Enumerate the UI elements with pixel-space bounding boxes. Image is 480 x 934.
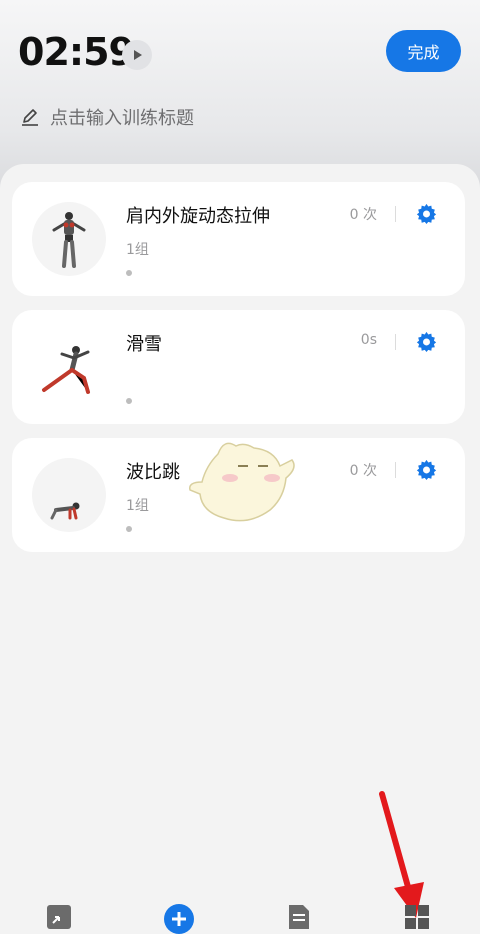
collapse-icon[interactable] [46,904,72,930]
edit-icon [22,109,38,126]
title-placeholder: 点击输入训练标题 [50,108,194,129]
done-button[interactable]: 完成 [386,30,461,72]
play-icon [134,50,142,60]
gear-icon[interactable] [416,203,437,224]
exercise-name: 肩内外旋动态拉伸 [126,206,270,227]
divider [395,206,396,222]
exercise-name: 滑雪 [126,334,162,355]
bottom-nav [0,900,480,934]
exercise-thumbnail [32,458,106,532]
divider [395,334,396,350]
exercise-count: 0 次 [349,463,377,479]
status-dot [126,526,132,532]
exercise-card[interactable]: 肩内外旋动态拉伸 1组 0 次 [12,182,465,296]
gear-icon[interactable] [416,459,437,480]
document-icon[interactable] [286,904,312,930]
exercise-name: 波比跳 [126,462,180,483]
title-input[interactable]: 点击输入训练标题 [20,104,194,130]
exercise-sets: 1组 [126,242,149,258]
shoulder-stretch-figure-icon [52,212,86,268]
exercise-thumbnail [32,202,106,276]
gear-icon[interactable] [416,331,437,352]
exercise-count: 0s [360,332,377,348]
skiing-figure-icon [42,346,90,394]
status-dot [126,270,132,276]
workout-timer: 02:59 [18,30,135,74]
grid-icon[interactable] [404,904,430,930]
mascot-sticker-icon [189,442,295,522]
exercise-card[interactable]: 滑雪 0s [12,310,465,424]
burpee-figure-icon [50,502,80,520]
exercise-thumbnail [32,330,106,404]
status-dot [126,398,132,404]
divider [395,462,396,478]
exercise-sets: 1组 [126,498,149,514]
play-button[interactable] [122,40,152,70]
add-icon[interactable] [164,904,194,934]
exercise-count: 0 次 [349,207,377,223]
